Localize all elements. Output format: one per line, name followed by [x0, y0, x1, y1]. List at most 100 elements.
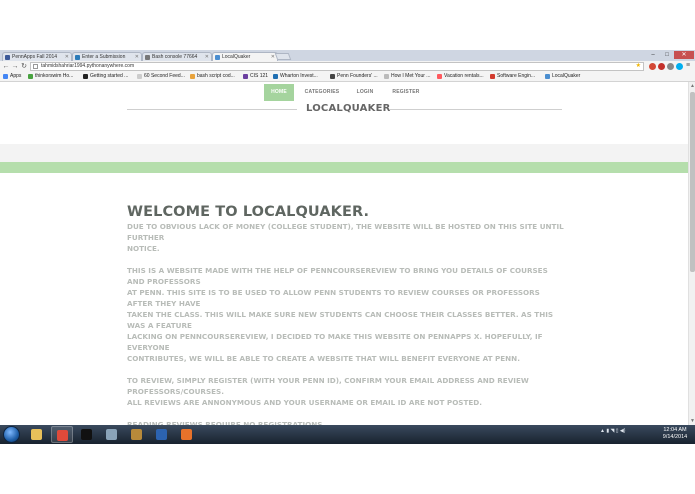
skype-icon[interactable] [676, 63, 683, 70]
paragraph-line: TAKEN THE CLASS. THIS WILL MAKE SURE NEW… [127, 310, 554, 330]
bookmark-favicon-icon [190, 74, 195, 79]
forward-arrow-icon[interactable]: → [11, 62, 19, 71]
bookmark-favicon-icon [137, 74, 142, 79]
close-window-button[interactable]: ✕ [674, 51, 694, 59]
paragraph-line: THIS IS A WEBSITE MADE WITH THE HELP OF … [127, 266, 548, 286]
divider [127, 109, 297, 110]
vertical-scrollbar[interactable]: ▲ ▼ [688, 82, 695, 425]
bookmark-item[interactable]: LocalQuaker [545, 72, 580, 81]
bookmark-item[interactable]: 60 Second Feed... [137, 72, 185, 81]
new-tab-button[interactable] [274, 53, 292, 60]
nav-categories[interactable]: CATEGORIES [302, 84, 342, 101]
paragraph: THIS IS A WEBSITE MADE WITH THE HELP OF … [127, 265, 567, 364]
site-brand[interactable]: LOCALQUAKER [306, 102, 390, 116]
tab-title: Bash console 77664 [152, 54, 198, 60]
bookmark-item[interactable]: Apps [3, 72, 21, 81]
media-app-icon [131, 429, 142, 440]
explorer-icon [31, 429, 42, 440]
bookmark-item[interactable]: Software Engin... [490, 72, 535, 81]
taskbar-latex-app-button[interactable] [151, 426, 173, 443]
bookmark-item[interactable]: Vacation rentals... [437, 72, 484, 81]
paragraph-line: TO REVIEW, SIMPLY REGISTER (WITH YOUR PE… [127, 376, 529, 396]
intro-text: DUE TO OBVIOUS LACK OF MONEY (COLLEGE ST… [127, 221, 567, 425]
start-button[interactable] [3, 426, 20, 443]
taskbar-media-app-button[interactable] [126, 426, 148, 443]
address-bar[interactable]: tahmidshahriar1994.pythonanywhere.com ★ [30, 62, 644, 71]
system-clock[interactable]: 12:04 AM 9/14/2014 [655, 427, 695, 441]
paragraph-line: LACKING ON PENNCOURSEREVIEW, I DECIDED T… [127, 332, 543, 352]
tab-title: PennApps Fall 2014 [12, 54, 58, 60]
bookmark-favicon-icon [83, 74, 88, 79]
tab-favicon-icon [5, 55, 10, 60]
minimize-button[interactable]: – [646, 51, 660, 59]
bookmark-item[interactable]: thinkorswim Ho... [28, 72, 73, 81]
bookmark-item[interactable]: bash script cod... [190, 72, 235, 81]
taskbar-cmd-button[interactable] [76, 426, 98, 443]
extension-icon[interactable] [667, 63, 674, 70]
bookmark-favicon-icon [3, 74, 8, 79]
scroll-down-icon[interactable]: ▼ [690, 418, 695, 424]
taskbar-chrome-button[interactable] [51, 426, 73, 443]
tab-title: Enter a Submission [82, 54, 126, 60]
bookmark-label: 60 Second Feed... [144, 73, 185, 79]
reload-icon[interactable]: ↻ [20, 62, 28, 71]
bookmark-favicon-icon [243, 74, 248, 79]
bookmark-item[interactable]: Penn Founders' ... [330, 72, 378, 81]
windows-taskbar: ▲ ▮ ◥ ▯ ◀) 12:04 AM 9/14/2014 [0, 425, 695, 444]
chrome-menu-icon[interactable]: ≡ [686, 62, 690, 69]
bookmark-label: Penn Founders' ... [337, 73, 378, 79]
bookmark-star-icon[interactable]: ★ [636, 63, 641, 70]
nav-register[interactable]: REGISTER [388, 84, 424, 101]
paragraph-line: ALL REVIEWS ARE ANNONYMOUS AND YOUR USER… [127, 398, 482, 407]
firefox-icon [181, 429, 192, 440]
tab-favicon-icon [75, 55, 80, 60]
header-band [0, 144, 688, 162]
system-tray[interactable]: ▲ ▮ ◥ ▯ ◀) [600, 428, 625, 434]
bookmark-favicon-icon [490, 74, 495, 79]
accent-band [0, 162, 688, 173]
bookmarks-bar: Apps thinkorswim Ho... Getting started ...… [0, 72, 695, 82]
back-arrow-icon[interactable]: ← [2, 62, 10, 71]
bookmark-favicon-icon [330, 74, 335, 79]
chrome-icon [57, 430, 68, 441]
clock-date: 9/14/2014 [662, 434, 688, 440]
bookmark-label: How I Met Your ... [391, 73, 431, 79]
tab-favicon-icon [145, 55, 150, 60]
cmd-icon [81, 429, 92, 440]
bookmark-favicon-icon [28, 74, 33, 79]
maximize-button[interactable]: □ [660, 51, 674, 59]
clock-time: 12:04 AM [663, 427, 687, 433]
taskbar-firefox-button[interactable] [176, 426, 198, 443]
paragraph-line: CONTRIBUTES, WE WILL BE ABLE TO CREATE A… [127, 354, 520, 363]
nav-login[interactable]: LOGIN [350, 84, 380, 101]
bookmark-item[interactable]: Getting started ... [83, 72, 128, 81]
browser-toolbar: ← → ↻ tahmidshahriar1994.pythonanywhere.… [0, 61, 695, 72]
bookmark-item[interactable]: Wharton Invest... [273, 72, 318, 81]
paragraph-line: AT PENN. THIS SITE IS TO BE USED TO ALLO… [127, 288, 540, 308]
bookmark-favicon-icon [545, 74, 550, 79]
scroll-up-icon[interactable]: ▲ [690, 83, 695, 89]
taskbar-explorer-button[interactable] [26, 426, 48, 443]
taskbar-settings-app-button[interactable] [101, 426, 123, 443]
page-viewport: HOME CATEGORIES LOGIN REGISTER LOCALQUAK… [0, 82, 688, 425]
paragraph-line: DUE TO OBVIOUS LACK OF MONEY (COLLEGE ST… [127, 222, 564, 242]
tab-strip: PennApps Fall 2014 ✕ Enter a Submission … [0, 50, 695, 62]
extension-icon[interactable] [649, 63, 656, 70]
blank-area [0, 444, 695, 494]
scrollbar-thumb[interactable] [690, 92, 695, 272]
bookmark-label: LocalQuaker [552, 73, 581, 79]
page-icon [33, 64, 38, 69]
paragraph: TO REVIEW, SIMPLY REGISTER (WITH YOUR PE… [127, 375, 567, 408]
bookmark-label: bash script cod... [197, 73, 235, 79]
tab-favicon-icon [215, 55, 220, 60]
nav-home[interactable]: HOME [264, 84, 294, 101]
main-content: WELCOME TO LOCALQUAKER. DUE TO OBVIOUS L… [127, 203, 567, 425]
bookmark-favicon-icon [437, 74, 442, 79]
url-text: tahmidshahriar1994.pythonanywhere.com [41, 63, 135, 69]
bookmark-item[interactable]: How I Met Your ... [384, 72, 430, 81]
site-navbar: HOME CATEGORIES LOGIN REGISTER [0, 82, 688, 102]
extension-icon[interactable] [658, 63, 665, 70]
bookmark-item[interactable]: CIS 121 [243, 72, 268, 81]
